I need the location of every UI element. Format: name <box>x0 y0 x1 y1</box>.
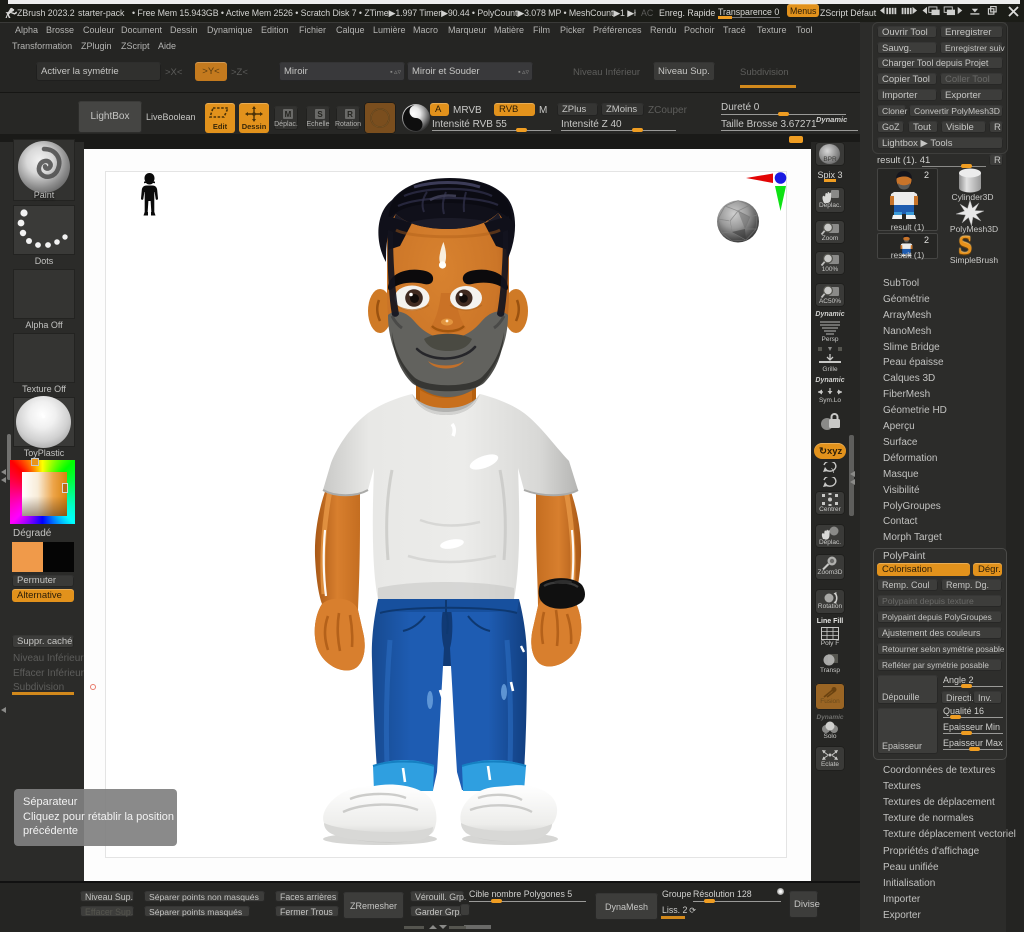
svg-text:Y: Y <box>831 468 836 474</box>
svg-text:M: M <box>285 110 292 119</box>
svg-text:S: S <box>317 110 323 119</box>
svg-text:R: R <box>347 110 353 119</box>
